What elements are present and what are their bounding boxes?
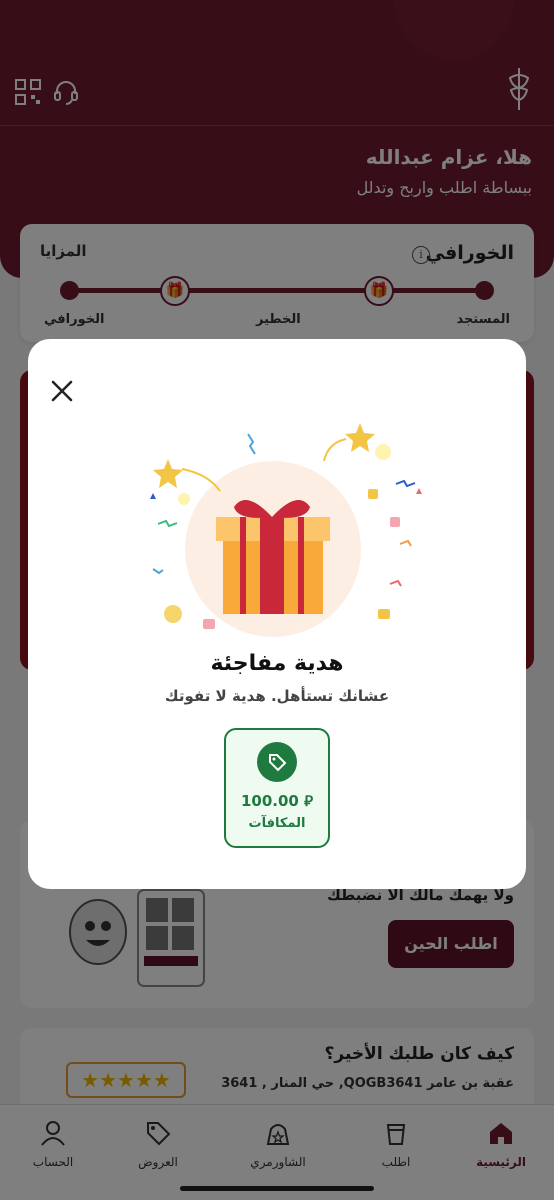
close-icon[interactable] [48, 377, 76, 405]
reward-tag-icon [257, 742, 297, 782]
reward-card[interactable]: 100.00 ⃁ المكافآت [224, 728, 330, 848]
modal-title: هدية مفاجئة [210, 651, 344, 676]
gift-box-illustration [150, 423, 422, 637]
reward-amount: 100.00 ⃁ [240, 792, 313, 810]
modal-subtitle: عشانك تستأهل. هدية لا تفوتك [164, 687, 390, 705]
home-indicator[interactable] [180, 1186, 374, 1191]
reward-label: المكافآت [248, 816, 306, 831]
surprise-gift-modal: هدية مفاجئة عشانك تستأهل. هدية لا تفوتك … [28, 339, 526, 889]
